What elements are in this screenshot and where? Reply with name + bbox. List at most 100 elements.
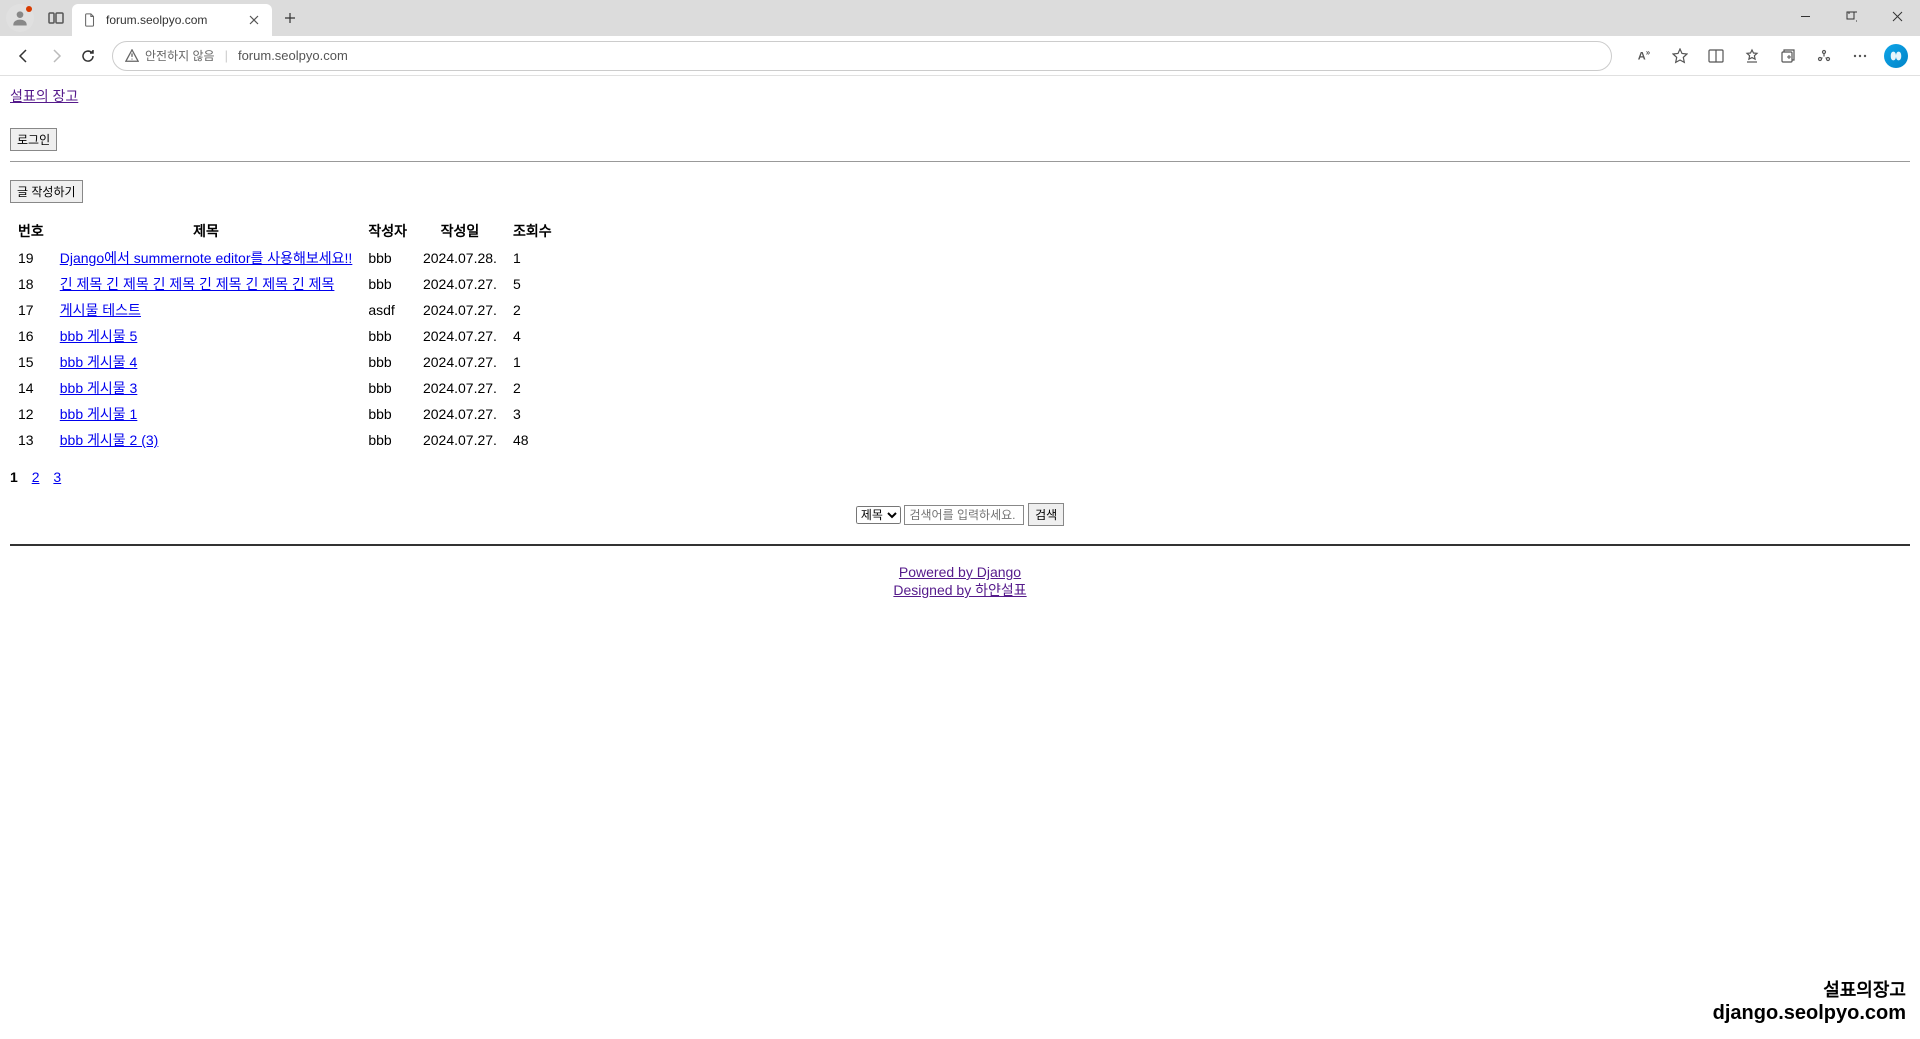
forward-button[interactable]: [40, 40, 72, 72]
search-field-select[interactable]: 제목: [856, 506, 901, 524]
cell-title: bbb 게시물 1: [52, 401, 361, 427]
table-row: 17 게시물 테스트 asdf2024.07.27.2: [10, 297, 560, 323]
page-content: 설표의 장고 로그인 글 작성하기 번호 제목 작성자 작성일 조회수 19 Dj…: [0, 76, 1920, 628]
cell-views: 1: [505, 245, 560, 271]
split-screen-icon[interactable]: [1700, 40, 1732, 72]
refresh-button[interactable]: [72, 40, 104, 72]
cell-no: 15: [10, 349, 52, 375]
extensions-icon[interactable]: [1808, 40, 1840, 72]
cell-title: bbb 게시물 4: [52, 349, 361, 375]
page-link-3[interactable]: 3: [53, 469, 61, 485]
designed-by-link[interactable]: Designed by 하얀설표: [10, 580, 1910, 600]
cell-views: 4: [505, 323, 560, 349]
cell-title: bbb 게시물 5: [52, 323, 361, 349]
cell-title: Django에서 summernote editor를 사용해보세요!!: [52, 245, 361, 271]
post-title-link[interactable]: 긴 제목 긴 제목 긴 제목 긴 제목 긴 제목 긴 제목: [60, 276, 335, 292]
site-title-link[interactable]: 설표의 장고: [10, 88, 78, 104]
post-title-link[interactable]: bbb 게시물 5: [60, 328, 138, 344]
collections-icon[interactable]: [1772, 40, 1804, 72]
cell-no: 14: [10, 375, 52, 401]
security-indicator[interactable]: 안전하지 않음: [125, 47, 215, 64]
search-input[interactable]: [904, 505, 1024, 525]
cell-no: 19: [10, 245, 52, 271]
table-row: 19 Django에서 summernote editor를 사용해보세요!! bb…: [10, 245, 560, 271]
cell-author: bbb: [360, 375, 415, 401]
watermark-title: 설표의장고: [1713, 976, 1906, 1002]
cell-no: 17: [10, 297, 52, 323]
cell-author: bbb: [360, 349, 415, 375]
posts-table: 번호 제목 작성자 작성일 조회수 19 Django에서 summernote …: [10, 217, 560, 453]
col-views: 조회수: [505, 217, 560, 245]
cell-author: bbb: [360, 427, 415, 453]
cell-views: 3: [505, 401, 560, 427]
cell-views: 5: [505, 271, 560, 297]
cell-no: 16: [10, 323, 52, 349]
maximize-button[interactable]: [1828, 0, 1874, 32]
col-no: 번호: [10, 217, 52, 245]
table-row: 16bbb 게시물 5bbb2024.07.27.4: [10, 323, 560, 349]
search-button[interactable]: 검색: [1028, 503, 1064, 526]
cell-title: 게시물 테스트: [52, 297, 361, 323]
favorite-icon[interactable]: [1664, 40, 1696, 72]
minimize-button[interactable]: [1782, 0, 1828, 32]
browser-chrome: forum.seolpyo.com 안전하지 않음 | forum.se: [0, 0, 1920, 76]
powered-by-link[interactable]: Powered by Django: [10, 564, 1910, 580]
read-aloud-icon[interactable]: A»: [1628, 40, 1660, 72]
page-current: 1: [10, 469, 18, 485]
cell-date: 2024.07.27.: [415, 323, 505, 349]
more-icon[interactable]: [1844, 40, 1876, 72]
write-post-button[interactable]: 글 작성하기: [10, 180, 83, 203]
search-area: 제목 검색: [10, 503, 1910, 526]
browser-toolbar: 안전하지 않음 | forum.seolpyo.com A»: [0, 36, 1920, 76]
cell-no: 18: [10, 271, 52, 297]
page-icon: [82, 12, 98, 28]
cell-author: bbb: [360, 271, 415, 297]
watermark-url: django.seolpyo.com: [1713, 1002, 1906, 1025]
cell-author: asdf: [360, 297, 415, 323]
profile-icon[interactable]: [6, 4, 34, 32]
cell-title: 긴 제목 긴 제목 긴 제목 긴 제목 긴 제목 긴 제목: [52, 271, 361, 297]
cell-date: 2024.07.27.: [415, 375, 505, 401]
post-title-link[interactable]: bbb 게시물 1: [60, 406, 138, 422]
table-row: 12bbb 게시물 1bbb2024.07.27.3: [10, 401, 560, 427]
footer: Powered by Django Designed by 하얀설표: [10, 564, 1910, 600]
close-icon[interactable]: [246, 12, 262, 28]
cell-date: 2024.07.27.: [415, 349, 505, 375]
cell-date: 2024.07.27.: [415, 271, 505, 297]
page-link-2[interactable]: 2: [32, 469, 40, 485]
table-row: 15 bbb 게시물 4 bbb2024.07.27.1: [10, 349, 560, 375]
watermark: 설표의장고 django.seolpyo.com: [1713, 976, 1906, 1025]
close-window-button[interactable]: [1874, 0, 1920, 32]
cell-views: 1: [505, 349, 560, 375]
post-title-link[interactable]: bbb 게시물 3: [60, 380, 138, 396]
copilot-icon[interactable]: [1880, 40, 1912, 72]
login-button[interactable]: 로그인: [10, 128, 57, 151]
workspaces-icon[interactable]: [40, 2, 72, 34]
titlebar: forum.seolpyo.com: [0, 0, 1920, 36]
cell-views: 48: [505, 427, 560, 453]
back-button[interactable]: [8, 40, 40, 72]
url-text: forum.seolpyo.com: [238, 48, 348, 63]
footer-divider: [10, 544, 1910, 546]
window-controls: [1782, 0, 1920, 32]
cell-views: 2: [505, 297, 560, 323]
cell-date: 2024.07.28.: [415, 245, 505, 271]
favorites-bar-icon[interactable]: [1736, 40, 1768, 72]
cell-no: 13: [10, 427, 52, 453]
post-title-link[interactable]: bbb 게시물 4: [60, 354, 138, 370]
post-title-link[interactable]: bbb 게시물 2 (3): [60, 432, 159, 448]
cell-date: 2024.07.27.: [415, 297, 505, 323]
cell-views: 2: [505, 375, 560, 401]
new-tab-button[interactable]: [276, 4, 304, 32]
cell-author: bbb: [360, 245, 415, 271]
browser-tab-active[interactable]: forum.seolpyo.com: [72, 4, 272, 36]
address-bar[interactable]: 안전하지 않음 | forum.seolpyo.com: [112, 41, 1612, 71]
cell-title: bbb 게시물 3: [52, 375, 361, 401]
post-title-link[interactable]: 게시물 테스트: [60, 302, 141, 318]
table-header-row: 번호 제목 작성자 작성일 조회수: [10, 217, 560, 245]
tab-title: forum.seolpyo.com: [106, 13, 246, 27]
pagination: 1 2 3: [10, 469, 1910, 485]
site-title: 설표의 장고: [10, 86, 1910, 106]
post-title-link[interactable]: Django에서 summernote editor를 사용해보세요!!: [60, 250, 353, 266]
cell-no: 12: [10, 401, 52, 427]
